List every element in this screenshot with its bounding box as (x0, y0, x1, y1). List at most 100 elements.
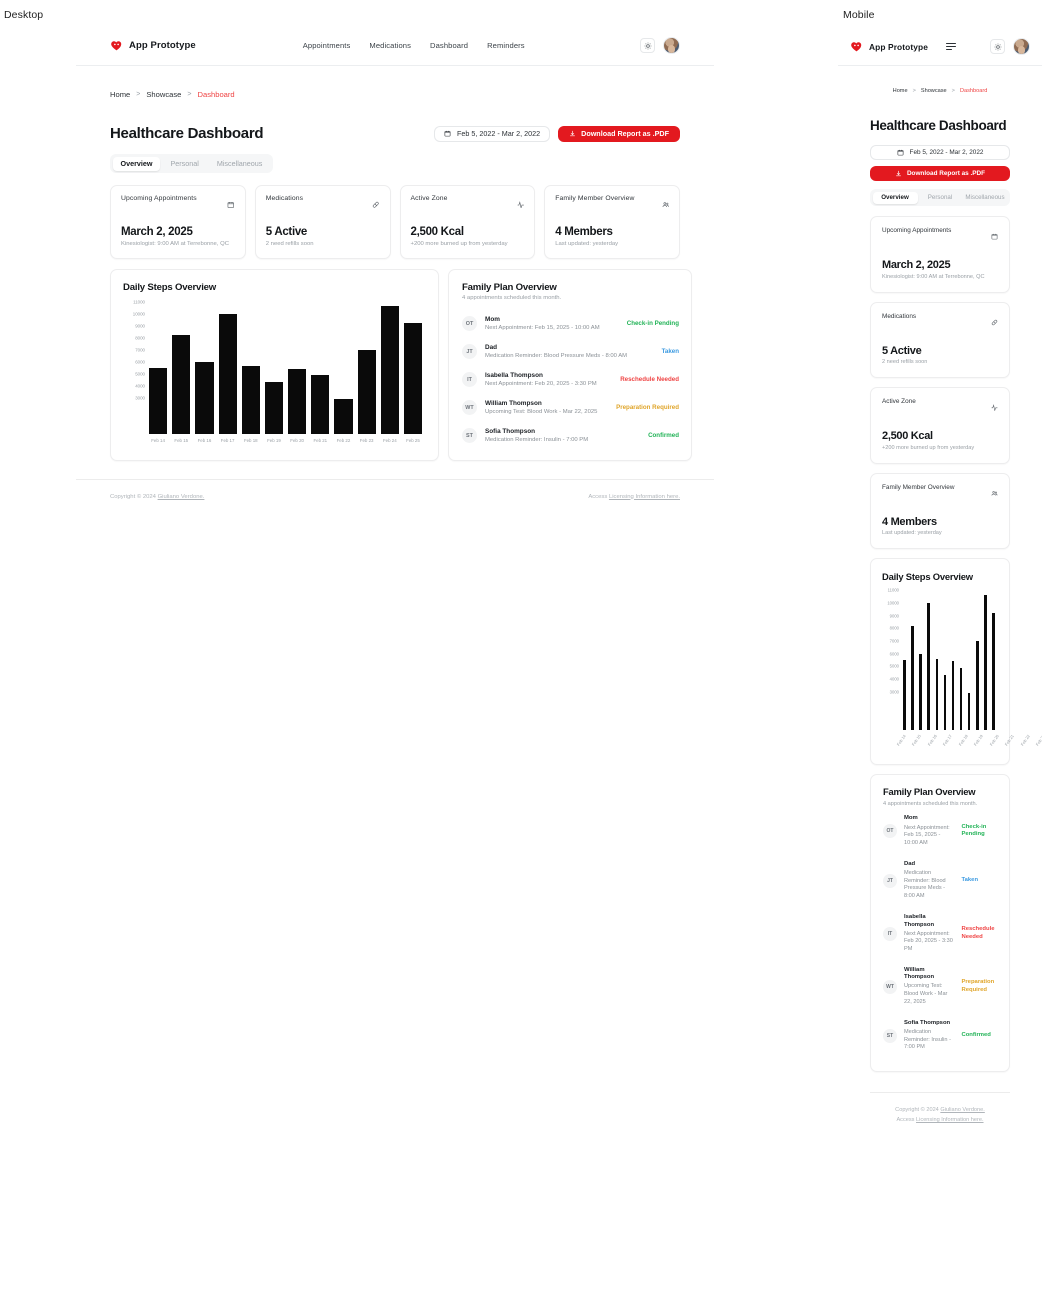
stat-label: Active Zone (410, 195, 448, 202)
family-member-row[interactable]: WT William Thompson Upcoming Test: Blood W… (462, 394, 679, 422)
family-member-list: OT Mom Next Appointment: Feb 15, 2025 - 10… (883, 808, 998, 1058)
chart-bar-column[interactable] (241, 302, 260, 434)
chart-bar-column[interactable] (334, 302, 353, 434)
family-plan-panel: Family Plan Overview 4 appointments sche… (870, 774, 1010, 1072)
chart-bar-column[interactable] (926, 590, 931, 731)
breadcrumb-showcase[interactable]: Showcase (146, 90, 181, 99)
theme-toggle-button[interactable] (990, 39, 1005, 54)
chart-plot-area (902, 590, 996, 731)
chart-bar-column[interactable] (195, 302, 214, 434)
stat-value: March 2, 2025 (882, 259, 951, 272)
tab-miscellaneous[interactable]: Miscellaneous (963, 192, 1008, 204)
chart-bar-column[interactable] (910, 590, 915, 731)
footer-licensing-link[interactable]: Licensing Information here. (916, 1117, 983, 1123)
tab-miscellaneous[interactable]: Miscellaneous (209, 157, 271, 171)
chart-bar-column[interactable] (311, 302, 330, 434)
sun-icon (644, 42, 651, 49)
date-range-picker[interactable]: Feb 5, 2022 - Mar 2, 2022 (870, 145, 1010, 161)
chart-bar (927, 602, 931, 731)
family-member-row[interactable]: ST Sofia Thompson Medication Reminder: Ins… (462, 422, 679, 450)
stat-card-medications[interactable]: Medications 5 Active 2 need refills soon (254, 185, 391, 259)
chart-bar-column[interactable] (218, 302, 237, 434)
member-avatar-initials: WT (462, 400, 477, 415)
chart-bar-column[interactable] (991, 590, 996, 731)
chart-bar-column[interactable] (959, 590, 964, 731)
user-avatar[interactable] (663, 37, 680, 54)
download-report-button[interactable]: Download Report as .PDF (870, 166, 1010, 182)
breadcrumb: Home > Showcase > Dashboard (870, 88, 1010, 94)
stat-label: Family Member Overview (555, 195, 635, 202)
brand-logo[interactable]: App Prototype (850, 40, 928, 53)
chart-x-tick: Feb 24 (382, 437, 397, 443)
stat-card-medications[interactable]: Medications 5 Active 2 need refills soon (870, 301, 1010, 379)
theme-toggle-button[interactable] (640, 38, 655, 53)
chart-bar-column[interactable] (172, 302, 191, 434)
download-report-label: Download Report as .PDF (581, 129, 669, 138)
chart-bar-column[interactable] (264, 302, 284, 434)
chart-bar-column[interactable] (149, 302, 168, 434)
mobile-body: Home > Showcase > Dashboard Healthcare D… (838, 88, 1042, 1123)
footer-licensing-link[interactable]: Licensing Information here. (609, 494, 680, 500)
chart-bar-column[interactable] (902, 590, 907, 731)
date-range-picker[interactable]: Feb 5, 2022 - Mar 2, 2022 (434, 125, 551, 142)
family-member-row[interactable]: JT Dad Medication Reminder: Blood Pressure… (462, 338, 679, 366)
family-member-row[interactable]: IT Isabella Thompson Next Appointment: Feb… (883, 907, 998, 960)
chart-bar-column[interactable] (983, 590, 988, 731)
chart-bar-column[interactable] (967, 590, 972, 731)
member-status-badge: Taken (961, 877, 979, 884)
stat-card-active-zone[interactable]: Active Zone 2,500 Kcal +200 more burned … (870, 387, 1010, 464)
family-member-row[interactable]: IT Isabella Thompson Next Appointment: Feb… (462, 366, 679, 394)
breadcrumb-home[interactable]: Home (893, 88, 908, 94)
chart-bar-column[interactable] (288, 302, 307, 434)
brand-logo[interactable]: App Prototype (110, 39, 196, 52)
family-member-row[interactable]: OT Mom Next Appointment: Feb 15, 2025 - 10… (462, 310, 679, 338)
page-title: Healthcare Dashboard (110, 125, 264, 142)
chart-bar-column[interactable] (403, 302, 423, 434)
tab-overview[interactable]: Overview (112, 156, 161, 171)
stat-card-upcoming-appointments[interactable]: Upcoming Appointments March 2, 2025 Kine… (870, 216, 1010, 293)
chart-plot-area (149, 302, 423, 434)
download-report-button[interactable]: Download Report as .PDF (558, 125, 680, 142)
family-member-row[interactable]: OT Mom Next Appointment: Feb 15, 2025 - 10… (883, 808, 998, 854)
stat-value: 4 Members (555, 226, 613, 238)
family-member-row[interactable]: WT William Thompson Upcoming Test: Blood W… (883, 960, 998, 1013)
breadcrumb-home[interactable]: Home (110, 90, 130, 99)
chart-bar-column[interactable] (934, 590, 939, 731)
stat-label: Upcoming Appointments (882, 227, 952, 235)
page-title: Healthcare Dashboard (870, 118, 1007, 133)
nav-link-dashboard[interactable]: Dashboard (430, 41, 468, 50)
nav-link-reminders[interactable]: Reminders (487, 41, 525, 50)
chart-bar (334, 398, 353, 434)
mobile-footer: Copyright © 2024 Giuliano Verdone. Acces… (870, 1091, 1010, 1123)
chart-bar-column[interactable] (918, 590, 923, 731)
member-status-badge: Confirmed (648, 432, 679, 439)
member-avatar-initials: ST (883, 1028, 897, 1043)
chart-bar-column[interactable] (357, 302, 376, 434)
footer-author-link[interactable]: Giuliano Verdone. (940, 1107, 984, 1113)
member-detail: Upcoming Test: Blood Work - Mar 22, 2025 (485, 408, 598, 415)
viewport-label-mobile: Mobile (843, 9, 875, 21)
breadcrumb-showcase[interactable]: Showcase (921, 88, 947, 94)
nav-link-medications[interactable]: Medications (369, 41, 411, 50)
calendar-icon (991, 227, 998, 245)
hamburger-icon[interactable] (946, 42, 956, 51)
stat-card-family-member-overview[interactable]: Family Member Overview 4 Members Last up… (870, 472, 1010, 550)
stat-card-family-member-overview[interactable]: Family Member Overview 4 Members Last up… (544, 185, 680, 259)
tab-personal[interactable]: Personal (162, 157, 206, 171)
family-member-row[interactable]: JT Dad Medication Reminder: Blood Pressure… (883, 854, 998, 907)
chart-bar (992, 613, 995, 731)
chart-bar-column[interactable] (975, 590, 980, 731)
stat-card-upcoming-appointments[interactable]: Upcoming Appointments March 2, 2025 Kine… (110, 185, 246, 259)
footer-author-link[interactable]: Giuliano Verdone. (158, 494, 205, 500)
user-avatar[interactable] (1013, 38, 1030, 55)
family-member-row[interactable]: ST Sofia Thompson Medication Reminder: Ins… (883, 1013, 998, 1059)
tab-overview[interactable]: Overview (872, 191, 918, 204)
tab-personal[interactable]: Personal (918, 192, 963, 204)
stat-card-active-zone[interactable]: Active Zone 2,500 Kcal +200 more burned … (399, 185, 536, 259)
member-text-block: William Thompson Upcoming Test: Blood Wor… (904, 967, 954, 1006)
nav-link-appointments[interactable]: Appointments (303, 41, 351, 50)
chart-bar-column[interactable] (950, 590, 955, 731)
member-text-block: Sofia Thompson Medication Reminder: Insul… (904, 1020, 954, 1052)
chart-bar-column[interactable] (942, 590, 947, 731)
chart-bar-column[interactable] (380, 302, 399, 434)
